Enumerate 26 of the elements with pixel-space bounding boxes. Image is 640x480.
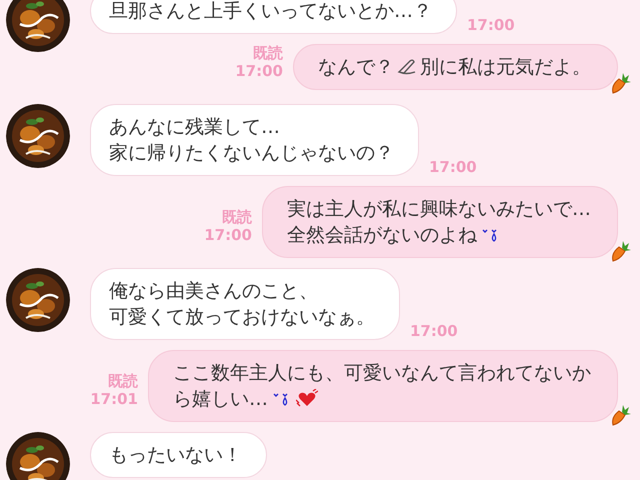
message-text: 全然会話がないのよね (287, 223, 477, 247)
message-text: ここ数年主人にも、可愛いなんて言われてないか (173, 361, 591, 385)
message-text: あんなに残業して… (109, 115, 280, 139)
message-text: 旦那さんと上手くいってないとか…？ (109, 0, 432, 23)
message-text: なんで？ (318, 55, 394, 79)
message-text: 別に私は元気だよ。 (420, 55, 591, 79)
message-text: 家に帰りたくないんじゃないの？ (109, 141, 394, 165)
message-text: 実は主人が私に興味ないみたいで… (287, 197, 591, 221)
carrot-icon (609, 239, 631, 263)
pencil-icon (396, 58, 418, 76)
read-receipt: 既読 (108, 372, 138, 390)
message-time: 17:00 (235, 62, 283, 80)
message-time: 17:00 (204, 226, 252, 244)
message-time: 17:00 (467, 16, 515, 34)
message-time: 17:01 (90, 390, 138, 408)
heart-icon (296, 389, 318, 409)
read-receipt: 既読 (222, 208, 252, 226)
carrot-icon (609, 71, 631, 95)
message-text: 可愛くて放っておけないなぁ。 (109, 305, 375, 329)
message-time: 17:00 (429, 158, 477, 176)
message-text: もったいない！ (109, 443, 242, 467)
message-text: ら嬉しい… (173, 387, 268, 411)
carrot-icon (609, 403, 631, 427)
message-text: 俺なら由美さんのこと、 (109, 279, 318, 303)
message-time: 17:00 (410, 322, 458, 340)
read-receipt: 既読 (253, 44, 283, 62)
